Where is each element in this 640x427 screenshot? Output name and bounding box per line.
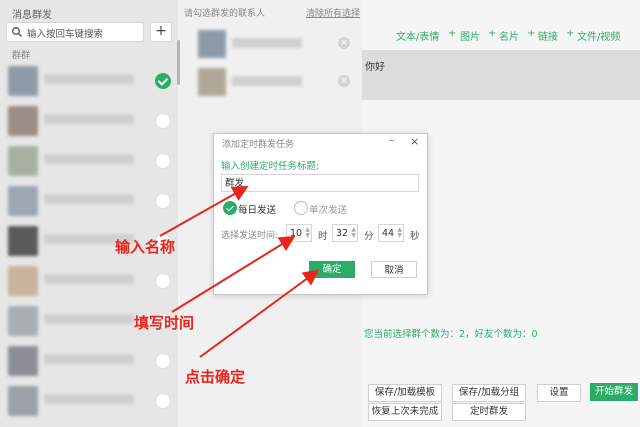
annotation-enter-name: 输入名称 xyxy=(115,238,176,256)
annotation-arrows xyxy=(159,186,320,358)
arrow-to-title-input xyxy=(159,186,249,237)
annotation-click-confirm: 点击确定 xyxy=(185,368,246,386)
arrow-to-time xyxy=(171,235,296,313)
annotation-fill-time: 填写时间 xyxy=(134,314,195,332)
